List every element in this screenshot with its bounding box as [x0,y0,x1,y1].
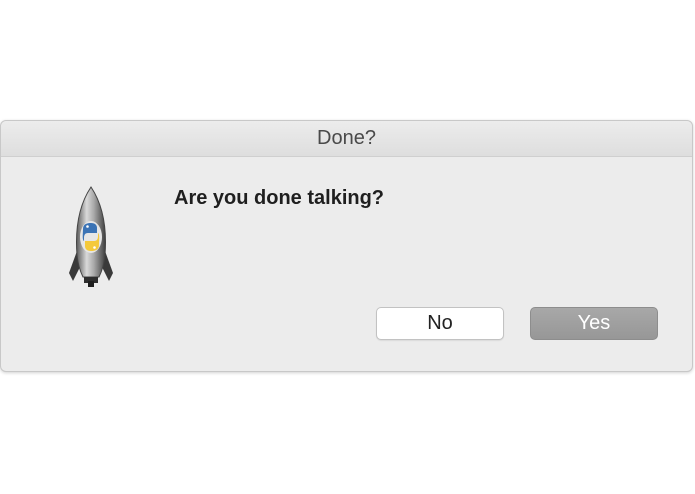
alert-dialog: Done? Are you done talking? No Yes [0,120,693,372]
python-launcher-rocket-icon [63,185,119,289]
window-title: Done? [317,127,376,149]
yes-button[interactable]: Yes [530,307,658,340]
no-button[interactable]: No [376,307,504,340]
title-bar[interactable]: Done? [1,121,692,157]
dialog-message: Are you done talking? [174,187,385,209]
